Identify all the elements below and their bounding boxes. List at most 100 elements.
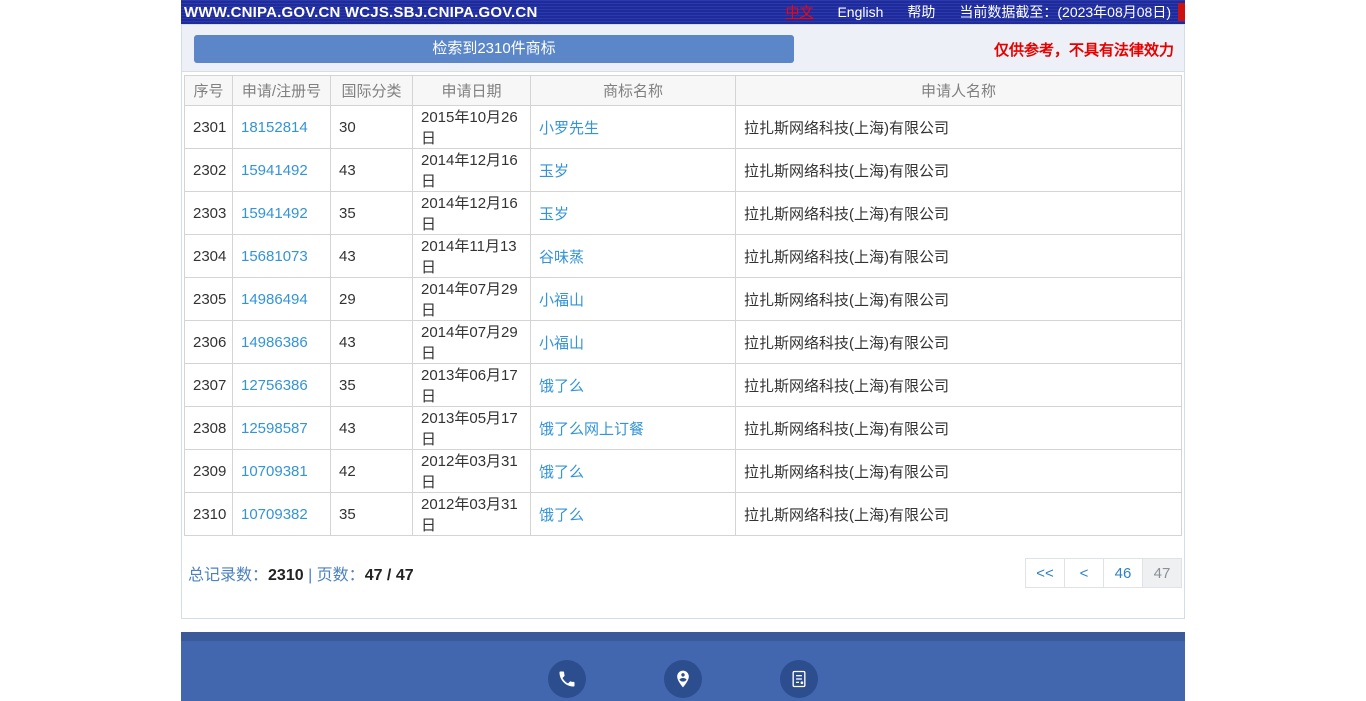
data-cutoff-date: 当前数据截至：(2023年08月08日) <box>959 2 1171 22</box>
date-cell: 2014年12月16日 <box>413 192 531 235</box>
serial-cell: 2304 <box>185 235 233 278</box>
first-page-button[interactable]: << <box>1025 558 1065 588</box>
trademark-name-link[interactable]: 玉岁 <box>539 163 569 180</box>
result-count-banner[interactable]: 检索到2310件商标 <box>194 35 794 63</box>
table-header-row: 序号申请/注册号国际分类申请日期商标名称申请人名称 <box>185 76 1182 106</box>
pages-label: 页数： <box>317 567 365 584</box>
date-cell: 2014年12月16日 <box>413 149 531 192</box>
registration-number-link[interactable]: 18152814 <box>241 119 308 136</box>
applicant-cell: 拉扎斯网络科技(上海)有限公司 <box>736 493 1182 536</box>
class-cell: 43 <box>331 149 413 192</box>
table-row: 2306 14986386 432014年07月29日小福山 拉扎斯网络科技(上海)有… <box>185 321 1182 364</box>
table-row: 2302 15941492 432014年12月16日玉岁 拉扎斯网络科技(上海)有限… <box>185 149 1182 192</box>
registration-number-link[interactable]: 10709381 <box>241 463 308 480</box>
date-cell: 2014年11月13日 <box>413 235 531 278</box>
pages-value: 47 / 47 <box>365 567 414 584</box>
record-summary: 总记录数：2310 | 页数：47 / 47 <box>188 561 414 585</box>
person-pin-icon <box>664 660 702 698</box>
footer: 联系方式 网站地图 网站声明 <box>181 632 1185 701</box>
date-cell: 2012年03月31日 <box>413 450 531 493</box>
applicant-cell: 拉扎斯网络科技(上海)有限公司 <box>736 450 1182 493</box>
results-panel: 检索到2310件商标 仅供参考，不具有法律效力 序号申请/注册号国际分类申请日期… <box>181 24 1185 619</box>
column-header: 申请人名称 <box>736 76 1182 106</box>
serial-cell: 2301 <box>185 106 233 149</box>
date-cell: 2014年07月29日 <box>413 278 531 321</box>
applicant-cell: 拉扎斯网络科技(上海)有限公司 <box>736 235 1182 278</box>
registration-number-link[interactable]: 15941492 <box>241 205 308 222</box>
class-cell: 35 <box>331 364 413 407</box>
footer-top-strip <box>181 632 1185 641</box>
navbar-red-marker <box>1178 3 1185 21</box>
date-cell: 2015年10月26日 <box>413 106 531 149</box>
prev-page-button[interactable]: < <box>1064 558 1104 588</box>
serial-cell: 2302 <box>185 149 233 192</box>
column-header: 国际分类 <box>331 76 413 106</box>
date-cell: 2013年05月17日 <box>413 407 531 450</box>
footer-link-statement[interactable]: 网站声明 <box>766 660 832 701</box>
total-records-value: 2310 <box>268 567 304 584</box>
trademark-name-link[interactable]: 饿了么网上订餐 <box>539 421 644 438</box>
lang-switch-chinese[interactable]: 中文 <box>785 2 813 22</box>
trademark-name-link[interactable]: 饿了么 <box>539 378 584 395</box>
page-46-button[interactable]: 46 <box>1103 558 1143 588</box>
footer-link-sitemap[interactable]: 网站地图 <box>650 660 716 701</box>
top-navbar: WWW.CNIPA.GOV.CN WCJS.SBJ.CNIPA.GOV.CN 中… <box>181 0 1185 24</box>
date-cell: 2014年07月29日 <box>413 321 531 364</box>
applicant-cell: 拉扎斯网络科技(上海)有限公司 <box>736 278 1182 321</box>
registration-number-link[interactable]: 12756386 <box>241 377 308 394</box>
phone-icon <box>548 660 586 698</box>
table-row: 2307 12756386 352013年06月17日饿了么 拉扎斯网络科技(上海)有… <box>185 364 1182 407</box>
legal-disclaimer: 仅供参考，不具有法律效力 <box>994 39 1174 60</box>
class-cell: 43 <box>331 321 413 364</box>
serial-cell: 2307 <box>185 364 233 407</box>
applicant-cell: 拉扎斯网络科技(上海)有限公司 <box>736 149 1182 192</box>
date-cell: 2013年06月17日 <box>413 364 531 407</box>
help-link[interactable]: 帮助 <box>907 2 935 22</box>
table-row: 230514986494292014年07月29日小福山拉扎斯网络科技(上海)有… <box>185 278 1182 321</box>
serial-cell: 2308 <box>185 407 233 450</box>
table-row: 2309 10709381 422012年03月31日饿了么 拉扎斯网络科技(上海)有… <box>185 450 1182 493</box>
class-cell: 35 <box>331 192 413 235</box>
trademark-name-link[interactable]: 谷味蒸 <box>539 249 584 266</box>
class-cell: 42 <box>331 450 413 493</box>
trademark-name-link[interactable]: 小罗先生 <box>539 120 599 137</box>
trademark-name-link[interactable]: 小福山 <box>539 335 584 352</box>
class-cell: 43 <box>331 407 413 450</box>
registration-number-link[interactable]: 15941492 <box>241 162 308 179</box>
column-header: 序号 <box>185 76 233 106</box>
trademark-name-link[interactable]: 饿了么 <box>539 507 584 524</box>
column-header: 申请/注册号 <box>233 76 331 106</box>
column-header: 申请日期 <box>413 76 531 106</box>
footer-quick-links: 联系方式 网站地图 网站声明 <box>181 641 1185 701</box>
table-row: 2308 12598587 432013年05月17日饿了么网上订餐 拉扎斯网络科技(… <box>185 407 1182 450</box>
page: WWW.CNIPA.GOV.CN WCJS.SBJ.CNIPA.GOV.CN 中… <box>181 0 1185 701</box>
trademark-name-link[interactable]: 小福山 <box>539 292 584 309</box>
table-row: 2310 10709382 352012年03月31日饿了么 拉扎斯网络科技(上海)有… <box>185 493 1182 536</box>
registration-number-link[interactable]: 14986386 <box>241 334 308 351</box>
trademark-name-link[interactable]: 玉岁 <box>539 206 569 223</box>
applicant-cell: 拉扎斯网络科技(上海)有限公司 <box>736 364 1182 407</box>
serial-cell: 2309 <box>185 450 233 493</box>
registration-number-link[interactable]: 10709382 <box>241 506 308 523</box>
table-row: 2304 15681073 432014年11月13日谷味蒸 拉扎斯网络科技(上海)有… <box>185 235 1182 278</box>
class-cell: 35 <box>331 493 413 536</box>
registration-number-link[interactable]: 12598587 <box>241 420 308 437</box>
registration-number-link[interactable]: 14986494 <box>241 291 308 308</box>
pagination-buttons: << < 46 47 <box>1026 558 1182 588</box>
trademark-name-link[interactable]: 饿了么 <box>539 464 584 481</box>
footer-link-contact[interactable]: 联系方式 <box>534 660 600 701</box>
applicant-cell: 拉扎斯网络科技(上海)有限公司 <box>736 407 1182 450</box>
class-cell: 29 <box>331 278 413 321</box>
results-header: 检索到2310件商标 仅供参考，不具有法律效力 <box>182 25 1184 72</box>
applicant-cell: 拉扎斯网络科技(上海)有限公司 <box>736 321 1182 364</box>
class-cell: 43 <box>331 235 413 278</box>
registration-number-link[interactable]: 15681073 <box>241 248 308 265</box>
serial-cell: 2310 <box>185 493 233 536</box>
serial-cell: 2306 <box>185 321 233 364</box>
date-cell: 2012年03月31日 <box>413 493 531 536</box>
lang-switch-english[interactable]: English <box>837 4 883 20</box>
column-header: 商标名称 <box>531 76 736 106</box>
pagination-row: 总记录数：2310 | 页数：47 / 47 << < 46 47 <box>182 536 1184 618</box>
class-cell: 30 <box>331 106 413 149</box>
document-icon <box>780 660 818 698</box>
